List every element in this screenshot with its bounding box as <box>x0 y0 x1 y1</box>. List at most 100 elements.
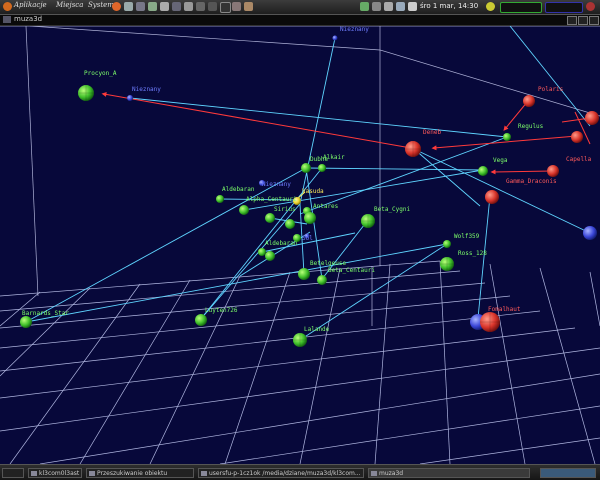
terminal-icon[interactable] <box>220 2 231 13</box>
star-label: Nieznany <box>262 181 291 188</box>
floor-grid <box>0 260 600 464</box>
star-label: Regulus <box>518 123 544 130</box>
app-icon[interactable] <box>172 2 181 11</box>
window-icon <box>31 471 37 476</box>
app-icon[interactable] <box>232 2 241 11</box>
window-icon <box>201 471 207 476</box>
star-alpha-centauri <box>239 205 249 215</box>
star-red-edge <box>585 111 599 125</box>
star-dubhe <box>301 163 311 173</box>
star-label: Antares <box>313 203 339 210</box>
taskbar-item-label: Przeszukiwanie obiektu <box>97 470 168 477</box>
window-title: muza3d <box>14 15 43 23</box>
network-icon[interactable] <box>396 2 405 11</box>
system-monitor-icon[interactable] <box>545 2 583 13</box>
show-desktop-button[interactable] <box>2 468 24 478</box>
sphere-mesh <box>78 85 500 347</box>
star-map-canvas[interactable] <box>0 26 600 464</box>
top-panel: Aplikacje Miejsca System śro 1 mar, 14:3… <box>0 0 600 15</box>
star-label: Beta_Centauri <box>328 267 375 274</box>
star-label: Betelgeuse <box>310 260 347 267</box>
minimize-button[interactable] <box>567 16 577 25</box>
mail-icon[interactable] <box>124 2 133 11</box>
star-blue-edge <box>583 226 597 240</box>
star-label: Nieznany <box>340 26 369 33</box>
menu-places[interactable]: Miejsca <box>56 1 83 9</box>
star-regulus <box>503 133 511 141</box>
app-icon[interactable] <box>196 2 205 11</box>
star-green-9 <box>258 248 266 256</box>
app-icon[interactable] <box>160 2 169 11</box>
window-icon <box>371 471 377 476</box>
star-label: Beta_Cygni <box>374 206 411 213</box>
taskbar-item-active[interactable]: muza3d <box>368 468 530 478</box>
system-monitor-icon[interactable] <box>500 2 542 13</box>
star-aldebaran <box>216 195 224 203</box>
star-label: Procyon_A <box>84 70 117 77</box>
star-label: Lalande <box>304 326 330 333</box>
app-icon[interactable] <box>244 2 253 11</box>
star-label: Aldebaran <box>265 240 298 247</box>
star-sirius <box>265 213 275 223</box>
window-icon <box>3 16 11 23</box>
star-label: Fomalhaut <box>488 306 521 313</box>
app-icon[interactable] <box>148 2 157 11</box>
star-polaris <box>523 95 535 107</box>
weather-icon[interactable] <box>486 2 495 11</box>
star-green-7 <box>304 212 316 224</box>
close-button[interactable] <box>589 16 599 25</box>
star-green-6 <box>285 219 295 229</box>
maximize-button[interactable] <box>578 16 588 25</box>
star-label: Nieznany <box>132 86 161 93</box>
star-wolf359 <box>443 240 451 248</box>
app-icon[interactable] <box>208 2 217 11</box>
tray-icon[interactable] <box>360 2 369 11</box>
ubuntu-logo-icon[interactable] <box>3 2 12 11</box>
taskbar-item-label: muza3d <box>379 470 404 477</box>
bottom-taskbar: kl3com0l3ast Przeszukiwanie obiektu user… <box>0 464 600 480</box>
workspace-switcher[interactable] <box>540 468 596 478</box>
star-gamma-draconis <box>485 190 499 204</box>
star-label: Wolf359 <box>454 233 480 240</box>
star-label: Alkair <box>323 154 345 161</box>
tray-icon[interactable] <box>372 2 381 11</box>
window-icon <box>89 471 95 476</box>
star-nieznany-2 <box>332 35 338 41</box>
star-label: Vasuda <box>302 188 324 195</box>
power-icon[interactable] <box>586 2 595 11</box>
app-icon[interactable] <box>136 2 145 11</box>
star-label: Ross_128 <box>458 250 487 257</box>
firefox-icon[interactable] <box>112 2 121 11</box>
app-icon[interactable] <box>184 2 193 11</box>
taskbar-item[interactable]: usersfu-p-1cz1ok /media/dziane/muza3d/kl… <box>198 468 364 478</box>
star-nieznany-1 <box>127 95 133 101</box>
star-polaris-2 <box>571 131 583 143</box>
star-label: Gamma_Draconis <box>506 178 557 185</box>
star-label: Sol <box>302 235 313 242</box>
tray-icon[interactable] <box>384 2 393 11</box>
star-label: Luyten726 <box>205 307 238 314</box>
volume-icon[interactable] <box>408 2 417 11</box>
star-label: Aldebaran <box>222 186 255 193</box>
3d-viewport[interactable]: Procyon_A Nieznany Nieznany Polaris Regu… <box>0 26 600 464</box>
star-label: Sirius <box>274 206 296 213</box>
star-betelgeuse <box>298 268 310 280</box>
star-label: Alpha_Centauri <box>246 196 297 203</box>
star-luyten <box>195 314 207 326</box>
star-label: Deneb <box>423 129 442 136</box>
star-barnards-star <box>20 316 32 328</box>
taskbar-item[interactable]: kl3com0l3ast <box>28 468 82 478</box>
desktop-screen: Aplikacje Miejsca System śro 1 mar, 14:3… <box>0 0 600 480</box>
taskbar-item[interactable]: Przeszukiwanie obiektu <box>86 468 194 478</box>
clock[interactable]: śro 1 mar, 14:30 <box>420 2 478 10</box>
menu-system[interactable]: System <box>88 1 114 9</box>
menu-applications[interactable]: Aplikacje <box>14 1 47 9</box>
star-label: Capella <box>566 156 592 163</box>
window-titlebar[interactable]: muza3d <box>0 15 600 26</box>
star-label: Vega <box>493 157 508 164</box>
star-green-10 <box>265 251 275 261</box>
star-label: Barnards_Star <box>22 310 69 317</box>
star-label: Polaris <box>538 86 564 93</box>
star-capella <box>547 165 559 177</box>
star-alkair <box>318 164 326 172</box>
